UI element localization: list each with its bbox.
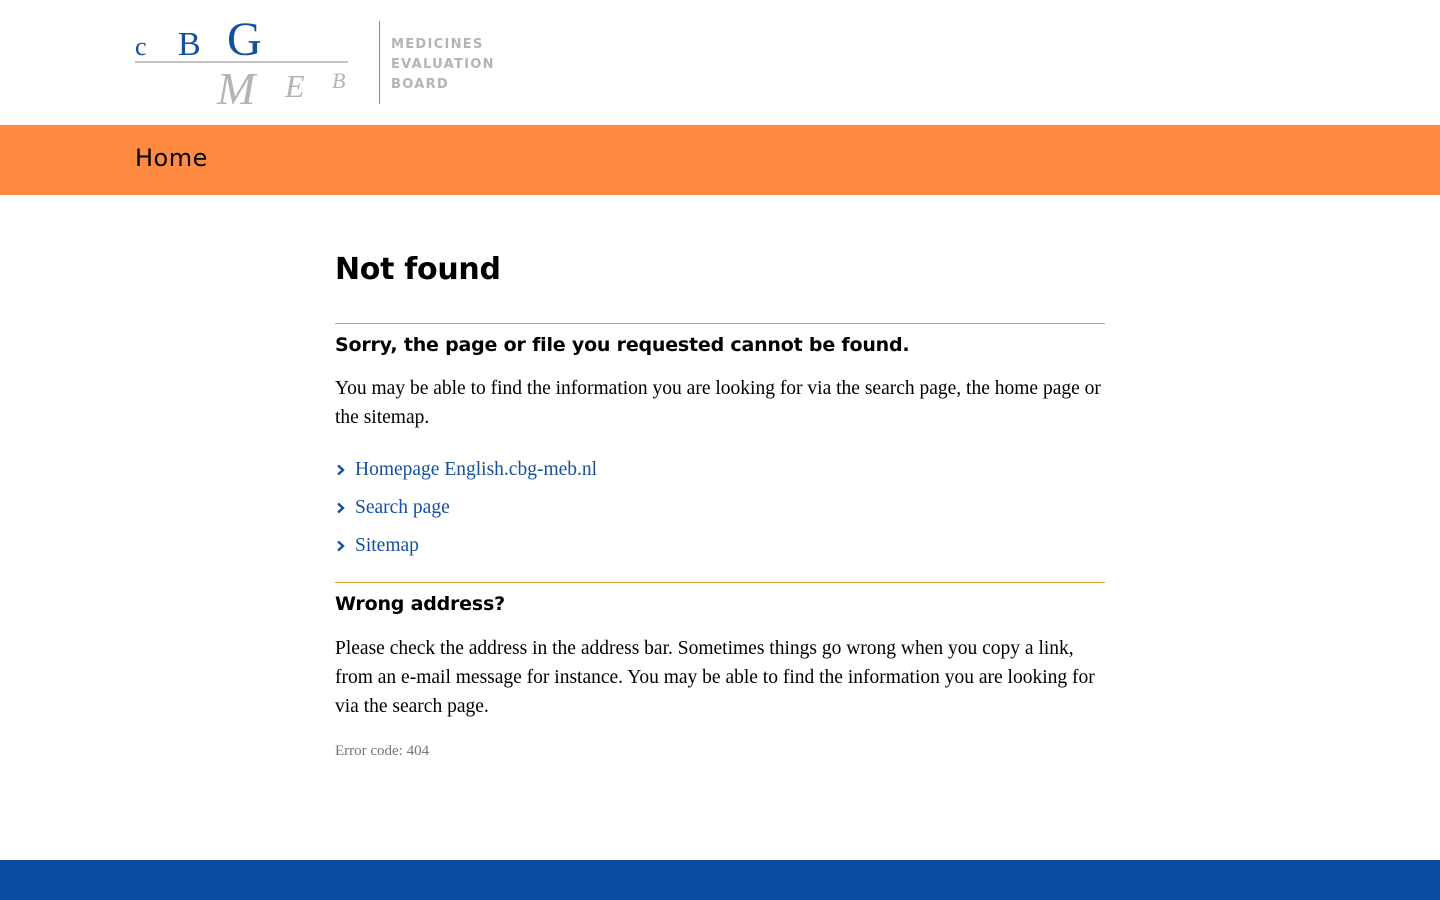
logo-divider <box>379 21 380 104</box>
wrong-address-description: Please check the address in the address … <box>335 638 1095 717</box>
chevron-right-icon <box>337 502 345 514</box>
main-content: Not found Sorry, the page or file you re… <box>335 250 1105 765</box>
section-divider <box>335 323 1105 324</box>
list-item: Homepage English.cbg-meb.nl <box>335 451 1105 489</box>
chevron-right-icon <box>337 540 345 552</box>
help-link-list: Homepage English.cbg-meb.nl Search page … <box>335 451 1105 565</box>
not-found-description: You may be able to find the information … <box>335 378 1101 428</box>
list-item: Sitemap <box>335 527 1105 565</box>
svg-text:c: c <box>135 32 147 61</box>
list-item: Search page <box>335 489 1105 527</box>
logo-wordmark: MEDICINES EVALUATION BOARD <box>391 35 495 95</box>
wrong-address-heading: Wrong address? <box>335 593 505 615</box>
svg-text:B: B <box>332 68 345 93</box>
cbg-meb-logo-link[interactable]: c B G M E B MEDICINES EVALUATION BOARD <box>135 18 495 108</box>
logo-word: BOARD <box>391 77 449 92</box>
logo-word: MEDICINES <box>391 37 484 52</box>
svg-text:E: E <box>284 68 305 104</box>
cbg-meb-logo-icon: c B G M E B <box>135 18 348 108</box>
sitemap-link[interactable]: Sitemap <box>355 527 419 565</box>
section-divider <box>335 582 1105 583</box>
nav-home-link[interactable]: Home <box>135 143 208 173</box>
svg-text:M: M <box>216 63 258 108</box>
svg-text:B: B <box>178 26 201 63</box>
chevron-right-icon <box>337 464 345 476</box>
error-code: Error code: 404 <box>335 743 430 759</box>
homepage-link[interactable]: Homepage English.cbg-meb.nl <box>355 451 597 489</box>
site-header: c B G M E B MEDICINES EVALUATION BOARD <box>0 0 1440 125</box>
svg-text:G: G <box>227 18 262 66</box>
site-footer <box>0 860 1440 900</box>
primary-nav: Home <box>0 125 1440 195</box>
logo-word: EVALUATION <box>391 57 495 72</box>
search-page-link[interactable]: Search page <box>355 489 450 527</box>
not-found-heading: Sorry, the page or file you requested ca… <box>335 334 910 356</box>
page-title: Not found <box>335 252 501 287</box>
